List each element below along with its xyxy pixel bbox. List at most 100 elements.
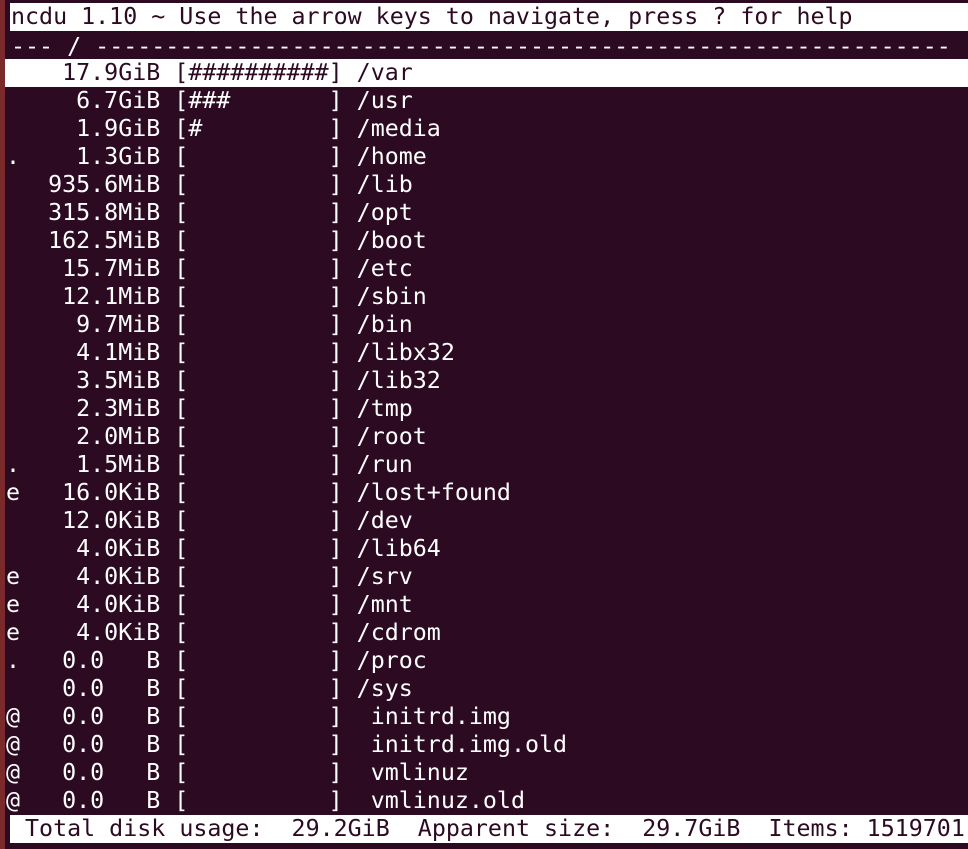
- entry-name: /libx32: [356, 339, 455, 366]
- entry-size: 2.0MiB: [76, 423, 161, 450]
- path-prefix: ---: [11, 33, 68, 60]
- list-item[interactable]: 15.7MiB [ ] /etc: [5, 255, 968, 283]
- entry-name: /tmp: [356, 395, 413, 422]
- entry-name: initrd.img.old: [356, 731, 568, 758]
- entry-name: /boot: [356, 227, 427, 254]
- entry-flag: [6, 87, 20, 114]
- list-item[interactable]: 6.7GiB [### ] /usr: [5, 87, 968, 115]
- list-item[interactable]: e 16.0KiB [ ] /lost+found: [5, 479, 968, 507]
- entry-name: /lib32: [356, 367, 441, 394]
- path-bar: --- / ----------------------------------…: [10, 33, 968, 60]
- entry-name: /home: [356, 143, 427, 170]
- list-item[interactable]: 4.0KiB [ ] /lib64: [5, 535, 968, 563]
- list-item[interactable]: 0.0 B [ ] /sys: [5, 675, 968, 703]
- entry-flag: [6, 395, 20, 422]
- entry-size: 12.1MiB: [62, 283, 161, 310]
- entry-name: /lost+found: [356, 479, 511, 506]
- entry-size: 935.6MiB: [48, 171, 161, 198]
- entry-name: vmlinuz: [356, 759, 469, 786]
- list-item[interactable]: @ 0.0 B [ ] initrd.img: [5, 703, 968, 731]
- usage-bar: [188, 339, 328, 366]
- list-item-selected[interactable]: 17.9GiB [##########] /var: [5, 59, 968, 87]
- header-title: ncdu 1.10 ~ Use the arrow keys to naviga…: [11, 3, 853, 30]
- list-item[interactable]: 1.9GiB [# ] /media: [5, 115, 968, 143]
- entry-size: 2.3MiB: [76, 395, 161, 422]
- entry-flag: [6, 255, 20, 282]
- entry-size: 162.5MiB: [48, 227, 161, 254]
- apparent-size-label: Apparent size:: [417, 815, 615, 842]
- entry-name: /var: [356, 59, 413, 86]
- list-item[interactable]: 315.8MiB [ ] /opt: [5, 199, 968, 227]
- entry-flag: e: [6, 563, 21, 590]
- entry-flag: [6, 311, 20, 338]
- list-item[interactable]: . 1.5MiB [ ] /run: [5, 451, 968, 479]
- list-item[interactable]: 2.0MiB [ ] /root: [5, 423, 968, 451]
- entry-name: /cdrom: [356, 619, 441, 646]
- list-item[interactable]: @ 0.0 B [ ] vmlinuz: [5, 759, 968, 787]
- usage-bar: [188, 591, 328, 618]
- entry-name: /bin: [356, 311, 413, 338]
- usage-bar: [188, 759, 328, 786]
- entry-size: 15.7MiB: [62, 255, 161, 282]
- entry-size: 12.0KiB: [62, 507, 161, 534]
- entry-flag: @: [6, 703, 21, 730]
- entry-size: 315.8MiB: [48, 199, 161, 226]
- usage-bar: [188, 311, 328, 338]
- entry-flag: [6, 227, 20, 254]
- entry-size: 4.0KiB: [76, 619, 161, 646]
- list-item[interactable]: 12.1MiB [ ] /sbin: [5, 283, 968, 311]
- usage-bar: [188, 227, 328, 254]
- list-item[interactable]: 3.5MiB [ ] /lib32: [5, 367, 968, 395]
- current-path: /: [67, 33, 82, 60]
- entry-flag: @: [6, 731, 21, 758]
- list-item[interactable]: . 0.0 B [ ] /proc: [5, 647, 968, 675]
- usage-bar: [188, 787, 328, 814]
- status-bar: Total disk usage: 29.2GiB Apparent size:…: [10, 815, 968, 843]
- entry-size: 1.5MiB: [76, 451, 161, 478]
- list-item[interactable]: 162.5MiB [ ] /boot: [5, 227, 968, 255]
- list-item[interactable]: 935.6MiB [ ] /lib: [5, 171, 968, 199]
- entry-flag: [6, 535, 20, 562]
- entry-name: /run: [356, 451, 413, 478]
- usage-bar: [188, 731, 328, 758]
- entry-size: 0.0 B: [62, 703, 161, 730]
- entry-size: 9.7MiB: [76, 311, 161, 338]
- list-item[interactable]: 4.1MiB [ ] /libx32: [5, 339, 968, 367]
- list-item[interactable]: @ 0.0 B [ ] vmlinuz.old: [5, 787, 968, 815]
- entry-flag: [6, 675, 20, 702]
- list-item[interactable]: e 4.0KiB [ ] /cdrom: [5, 619, 968, 647]
- list-item[interactable]: e 4.0KiB [ ] /srv: [5, 563, 968, 591]
- usage-bar: [188, 143, 328, 170]
- entry-size: 0.0 B: [62, 647, 161, 674]
- list-item[interactable]: e 4.0KiB [ ] /mnt: [5, 591, 968, 619]
- usage-bar: [188, 563, 328, 590]
- usage-bar: [188, 255, 328, 282]
- entry-flag: e: [6, 619, 21, 646]
- entry-size: 1.3GiB: [76, 143, 161, 170]
- entry-flag: .: [6, 451, 21, 478]
- usage-bar: [188, 451, 328, 478]
- usage-bar: [188, 703, 328, 730]
- entry-name: /proc: [356, 647, 427, 674]
- list-item[interactable]: @ 0.0 B [ ] initrd.img.old: [5, 731, 968, 759]
- list-item[interactable]: . 1.3GiB [ ] /home: [5, 143, 968, 171]
- entry-flag: e: [6, 591, 21, 618]
- entry-flag: [6, 423, 20, 450]
- entry-name: /sys: [356, 675, 413, 702]
- entry-size: 1.9GiB: [76, 115, 161, 142]
- entry-name: /etc: [356, 255, 413, 282]
- usage-bar: [188, 479, 328, 506]
- list-item[interactable]: 12.0KiB [ ] /dev: [5, 507, 968, 535]
- usage-bar: [188, 535, 328, 562]
- entry-flag: [6, 283, 20, 310]
- entry-size: 17.9GiB: [62, 59, 161, 86]
- list-item[interactable]: 2.3MiB [ ] /tmp: [5, 395, 968, 423]
- usage-bar: [188, 507, 328, 534]
- header-bar: ncdu 1.10 ~ Use the arrow keys to naviga…: [10, 3, 968, 31]
- apparent-size-value: 29.7GiB: [642, 815, 741, 842]
- list-item[interactable]: 9.7MiB [ ] /bin: [5, 311, 968, 339]
- entry-flag: [6, 507, 20, 534]
- entry-name: /lib: [356, 171, 413, 198]
- entry-size: 0.0 B: [62, 787, 161, 814]
- entry-name: /sbin: [356, 283, 427, 310]
